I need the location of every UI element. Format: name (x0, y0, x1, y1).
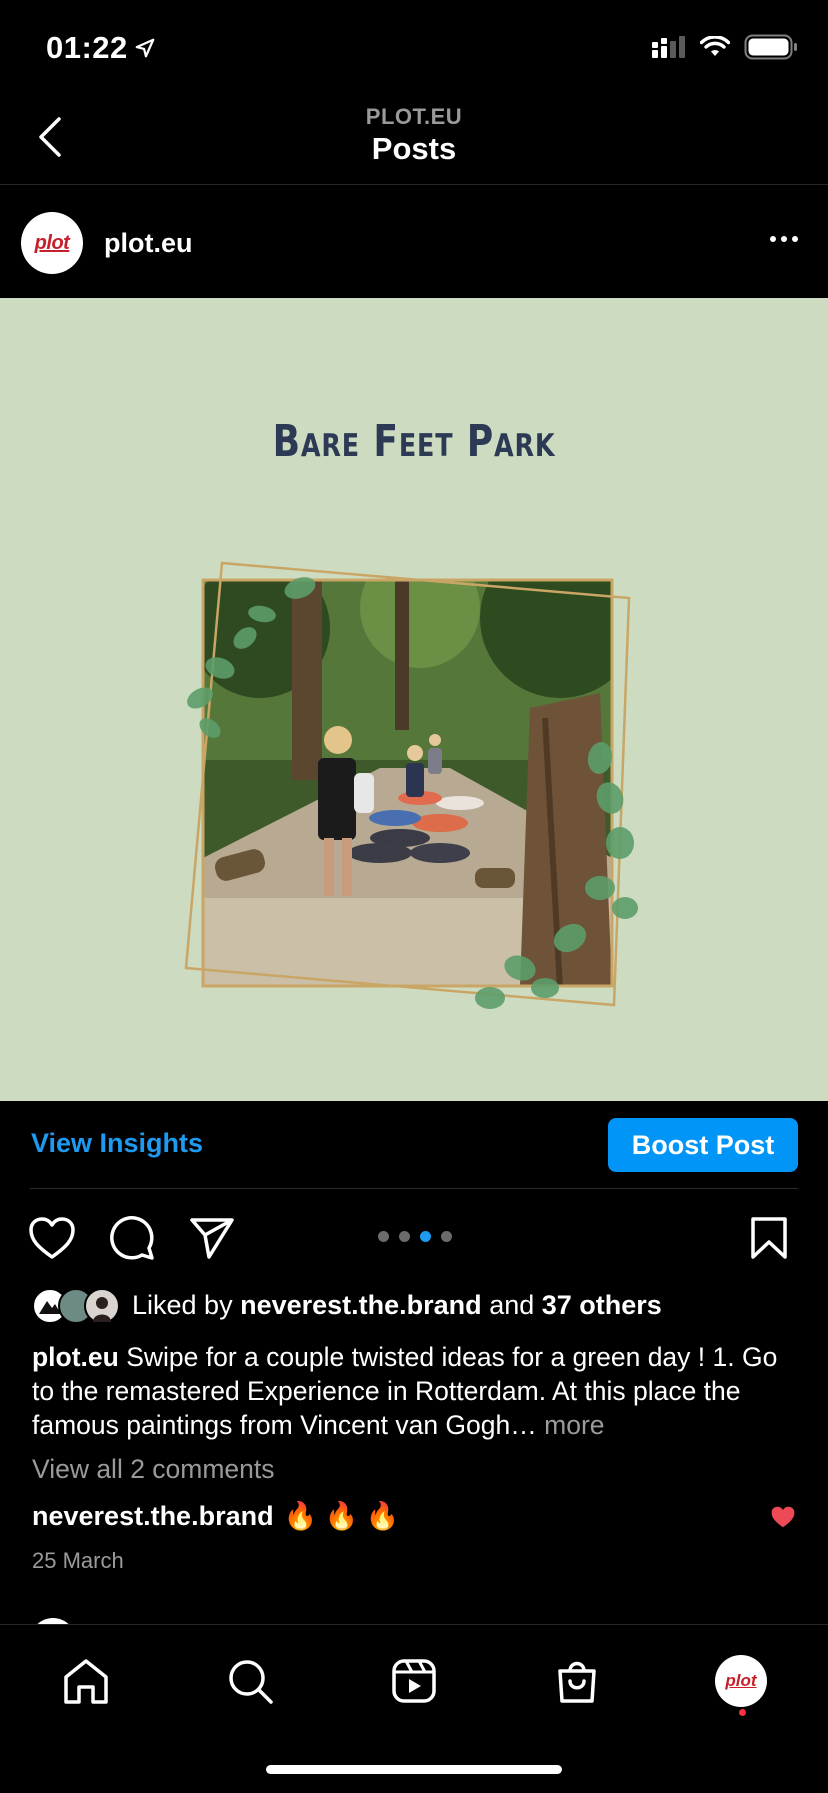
paper-plane-icon (190, 1218, 234, 1259)
status-time-text: 01:22 (46, 30, 128, 65)
tab-shop[interactable] (547, 1651, 607, 1711)
carousel-dot (399, 1231, 410, 1242)
carousel-dot (441, 1231, 452, 1242)
caption-more-link[interactable]: more (544, 1410, 604, 1440)
shop-icon (558, 1661, 596, 1703)
profile-avatar-text: plot (725, 1671, 757, 1690)
liked-by-user[interactable]: neverest.the.brand (240, 1290, 482, 1320)
dot (770, 236, 776, 242)
tab-home[interactable] (56, 1651, 116, 1711)
liked-by-others[interactable]: 37 others (542, 1290, 662, 1320)
park-photo (184, 561, 638, 1009)
post-author-username[interactable]: plot.eu (104, 228, 193, 259)
status-time: 01:22 (46, 30, 156, 66)
view-all-comments-link[interactable]: View all 2 comments (32, 1454, 275, 1485)
post-date: 25 March (32, 1548, 124, 1573)
like-button[interactable] (27, 1213, 77, 1263)
liked-by-and: and (489, 1290, 535, 1320)
speech-bubble-icon (110, 1216, 154, 1260)
view-insights-link[interactable]: View Insights (31, 1128, 203, 1159)
page-title: Posts (371, 131, 457, 166)
post-caption: plot.eu Swipe for a couple twisted ideas… (32, 1340, 802, 1442)
dot (792, 236, 798, 242)
comment-row: neverest.the.brand 🔥 🔥 🔥 (32, 1500, 399, 1532)
heart-filled-icon (771, 1506, 795, 1528)
share-button[interactable] (187, 1213, 237, 1263)
more-options-button[interactable] (766, 228, 802, 250)
home-icon (64, 1659, 108, 1704)
header-divider (0, 184, 828, 185)
save-button[interactable] (744, 1213, 794, 1263)
tab-reels[interactable] (384, 1651, 444, 1711)
battery-icon (744, 34, 797, 60)
home-indicator (266, 1765, 562, 1774)
liker-avatar (84, 1288, 120, 1324)
carousel-indicator (378, 1231, 452, 1242)
comment-text: 🔥 🔥 🔥 (283, 1501, 400, 1531)
caption-text: Swipe for a couple twisted ideas for a g… (32, 1342, 778, 1440)
status-icons (652, 34, 798, 60)
cellular-signal-icon (652, 36, 685, 58)
search-icon (229, 1660, 273, 1704)
carousel-dot (378, 1231, 389, 1242)
wifi-icon (700, 36, 730, 56)
bookmark-icon (751, 1217, 787, 1259)
comment-like-button[interactable] (770, 1505, 796, 1534)
liked-by-text[interactable]: Liked by neverest.the.brand and 37 other… (132, 1290, 662, 1321)
location-arrow-icon (135, 38, 155, 58)
carousel-dot-active (420, 1231, 431, 1242)
boost-post-button[interactable]: Boost Post (608, 1118, 798, 1172)
avatar-logo-text: plot (34, 231, 70, 254)
liked-by-avatars[interactable] (32, 1288, 122, 1324)
tab-search[interactable] (220, 1651, 280, 1711)
insights-divider (30, 1188, 798, 1189)
reels-icon (392, 1659, 436, 1703)
comment-button[interactable] (107, 1213, 157, 1263)
dot (781, 236, 787, 242)
page-subtitle: PLOT.EU (365, 104, 463, 129)
comment-username[interactable]: neverest.the.brand (32, 1501, 274, 1532)
person-photo-icon (93, 1297, 111, 1322)
caption-username[interactable]: plot.eu (32, 1342, 119, 1372)
liked-by-prefix: Liked by (132, 1290, 233, 1320)
heart-outline-icon (29, 1217, 75, 1259)
tab-profile[interactable]: plot (711, 1651, 771, 1711)
post-author-avatar[interactable]: plot (21, 212, 83, 274)
profile-notification-dot (739, 1709, 746, 1716)
profile-avatar: plot (715, 1655, 767, 1707)
post-image[interactable]: Bare Feet Park (0, 298, 828, 1101)
